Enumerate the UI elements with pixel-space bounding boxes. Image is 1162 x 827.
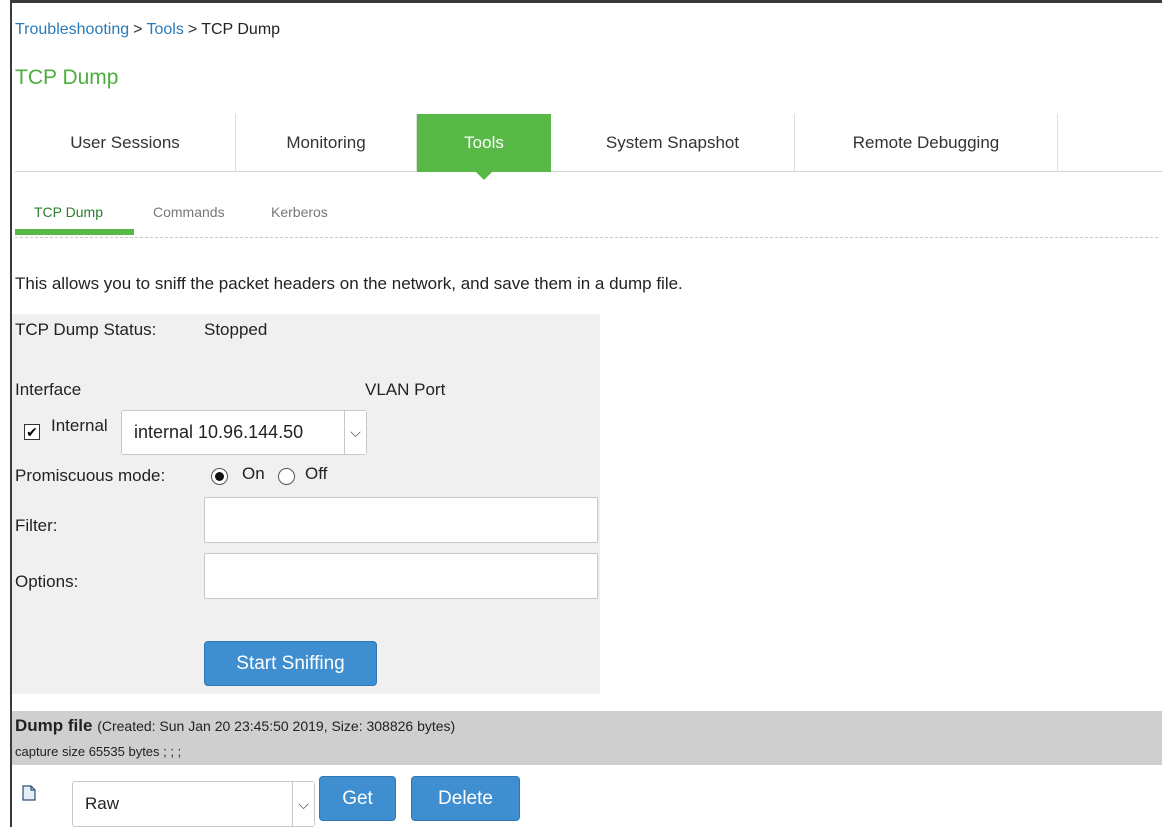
interface-select[interactable]: internal 10.96.144.50 ⌵ (121, 410, 367, 455)
tab-system-snapshot[interactable]: System Snapshot (551, 114, 795, 172)
breadcrumb-separator: > (133, 21, 143, 38)
delete-button[interactable]: Delete (411, 776, 520, 821)
status-value: Stopped (204, 320, 268, 339)
internal-label: Internal (51, 416, 108, 435)
page-description: This allows you to sniff the packet head… (15, 274, 683, 293)
dump-format-select[interactable]: Raw ⌵ (72, 781, 315, 827)
tab-remote-debugging[interactable]: Remote Debugging (795, 114, 1058, 172)
dump-format-select-value: Raw (85, 794, 120, 813)
dump-file-bar: Dump file (Created: Sun Jan 20 23:45:50 … (12, 711, 1162, 765)
dump-file-meta: (Created: Sun Jan 20 23:45:50 2019, Size… (97, 718, 456, 734)
options-label: Options: (15, 572, 79, 591)
main-tabs: User Sessions Monitoring Tools System Sn… (15, 114, 1162, 180)
breadcrumb: Troubleshooting > Tools > TCP Dump (15, 21, 280, 39)
window-top-border (10, 0, 1162, 6)
tab-monitoring[interactable]: Monitoring (236, 114, 417, 172)
file-icon (22, 785, 36, 801)
options-input[interactable] (204, 553, 598, 599)
interface-select-value: internal 10.96.144.50 (134, 422, 304, 442)
subtab-tcp-dump[interactable]: TCP Dump (34, 204, 103, 220)
filter-label: Filter: (15, 516, 58, 535)
tab-user-sessions[interactable]: User Sessions (15, 114, 236, 172)
vlan-port-label: VLAN Port (365, 380, 446, 399)
get-button[interactable]: Get (319, 776, 396, 821)
start-sniffing-button[interactable]: Start Sniffing (204, 641, 377, 686)
dump-capture-size: capture size 65535 bytes ; ; ; (15, 744, 182, 759)
tab-tools[interactable]: Tools (417, 114, 551, 180)
promiscuous-on-label: On (242, 464, 265, 483)
breadcrumb-current: TCP Dump (201, 21, 281, 38)
chevron-down-icon: ⌵ (344, 411, 366, 454)
active-subtab-indicator (15, 229, 134, 235)
subtab-commands[interactable]: Commands (153, 204, 225, 220)
promiscuous-off-radio[interactable] (278, 468, 295, 485)
sub-tabs: TCP Dump Commands Kerberos (15, 200, 1158, 238)
page-title: TCP Dump (15, 66, 119, 89)
promiscuous-on-radio[interactable] (211, 468, 228, 485)
dump-file-heading: Dump file (Created: Sun Jan 20 23:45:50 … (15, 716, 455, 736)
interface-label: Interface (15, 380, 82, 399)
status-label: TCP Dump Status: (15, 320, 157, 339)
promiscuous-off-label: Off (305, 464, 328, 483)
breadcrumb-link-tools[interactable]: Tools (147, 21, 184, 38)
breadcrumb-separator: > (187, 21, 198, 38)
subtab-kerberos[interactable]: Kerberos (271, 204, 328, 220)
internal-checkbox[interactable]: ✔ (24, 424, 40, 440)
breadcrumb-link-troubleshooting[interactable]: Troubleshooting (15, 21, 129, 38)
promiscuous-label: Promiscuous mode: (15, 466, 166, 485)
filter-input[interactable] (204, 497, 598, 543)
chevron-down-icon: ⌵ (292, 782, 314, 826)
dump-file-title: Dump file (15, 716, 93, 735)
